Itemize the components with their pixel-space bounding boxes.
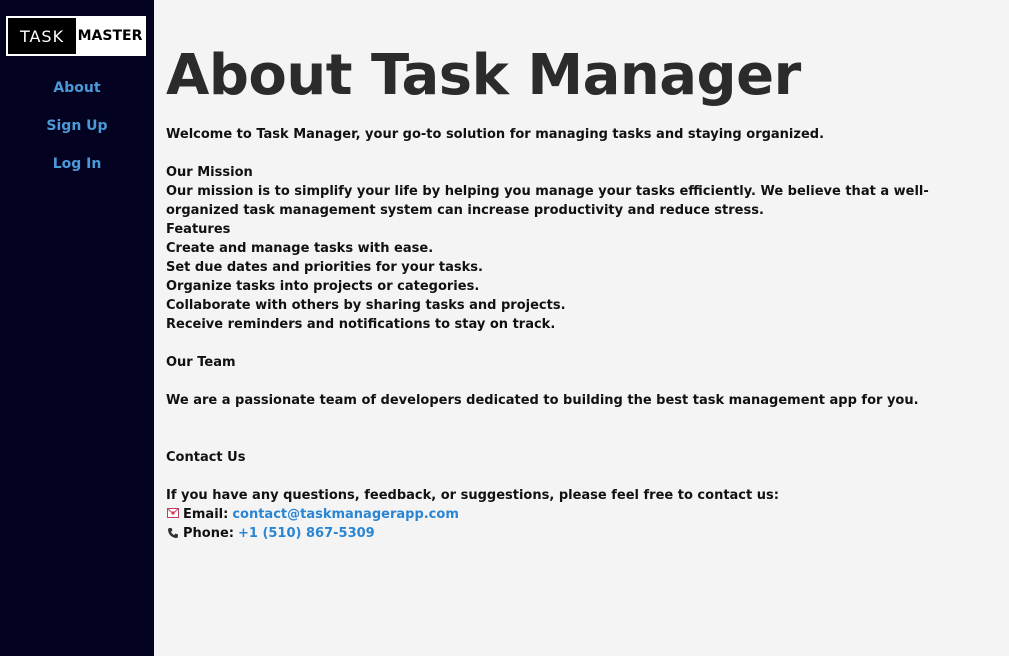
contact-text: If you have any questions, feedback, or … (166, 488, 779, 503)
main-content: About Task Manager Welcome to Task Manag… (154, 0, 1009, 656)
feature-item: Organize tasks into projects or categori… (166, 279, 480, 294)
mission-text: Our mission is to simplify your life by … (166, 184, 929, 218)
envelope-icon (166, 507, 180, 522)
feature-item: Collaborate with others by sharing tasks… (166, 298, 566, 313)
phone-row: Phone: +1 (510) 867-5309 (166, 524, 1009, 543)
nav-link-about[interactable]: About (0, 78, 154, 98)
sidebar-nav: About Sign Up Log In (0, 78, 154, 174)
feature-item: Set due dates and priorities for your ta… (166, 260, 483, 275)
nav-link-log-in[interactable]: Log In (0, 154, 154, 174)
page-title: About Task Manager (166, 43, 801, 108)
logo-master-text: MASTER (76, 18, 144, 54)
email-row: Email: contact@taskmanagerapp.com (166, 505, 1009, 524)
team-heading: Our Team (166, 355, 236, 370)
app-root: TASK MASTER About Sign Up Log In About T… (0, 0, 1009, 656)
logo-task-text: TASK (8, 18, 76, 54)
feature-item: Receive reminders and notifications to s… (166, 317, 556, 332)
contact-heading: Contact Us (166, 450, 246, 465)
logo[interactable]: TASK MASTER (6, 16, 146, 56)
nav-link-sign-up[interactable]: Sign Up (0, 116, 154, 136)
phone-label: Phone: (183, 526, 234, 541)
phone-link[interactable]: +1 (510) 867-5309 (238, 524, 375, 543)
team-text: We are a passionate team of developers d… (166, 393, 919, 408)
phone-icon (166, 527, 180, 541)
email-link[interactable]: contact@taskmanagerapp.com (232, 505, 459, 524)
sidebar: TASK MASTER About Sign Up Log In (0, 0, 154, 656)
intro-text: Welcome to Task Manager, your go-to solu… (166, 127, 825, 142)
email-label: Email: (183, 507, 229, 522)
features-heading: Features (166, 222, 231, 237)
feature-item: Create and manage tasks with ease. (166, 241, 434, 256)
mission-heading: Our Mission (166, 165, 253, 180)
